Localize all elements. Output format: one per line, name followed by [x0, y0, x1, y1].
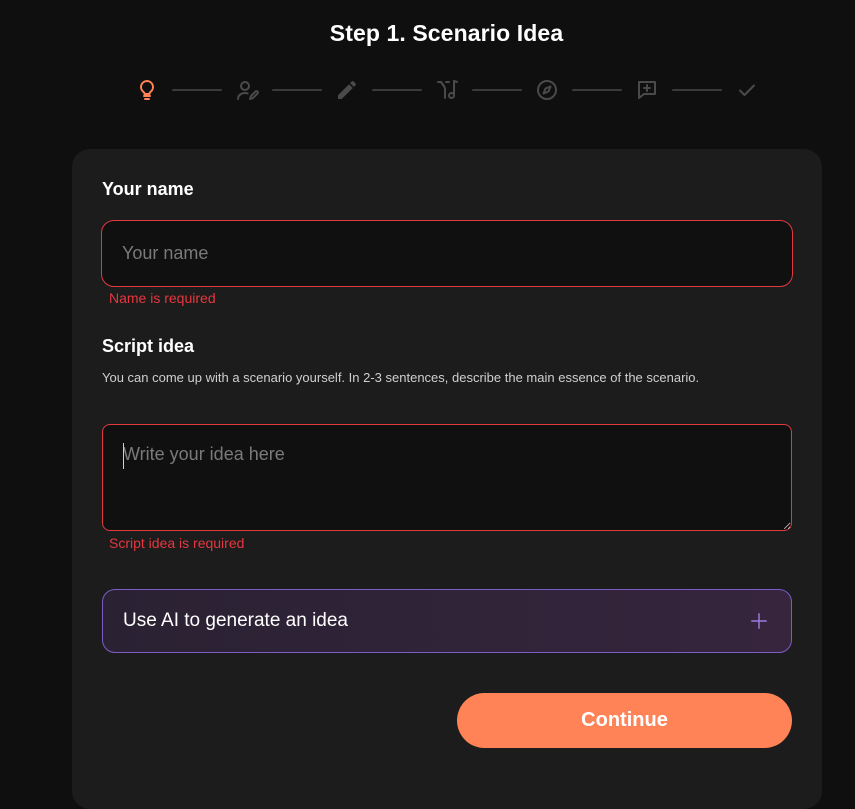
compass-icon[interactable]	[533, 76, 561, 104]
ai-generate-label: Use AI to generate an idea	[123, 610, 348, 631]
script-idea-error-message: Script idea is required	[109, 535, 245, 551]
music-split-icon[interactable]	[433, 76, 461, 104]
script-idea-label: Script idea	[102, 336, 195, 356]
name-label: Your name	[102, 179, 194, 199]
lightbulb-icon[interactable]	[133, 76, 161, 104]
plus-icon[interactable]	[749, 611, 769, 631]
stepper-connector	[572, 89, 622, 91]
script-idea-textarea[interactable]	[102, 424, 792, 531]
check-icon[interactable]	[733, 76, 761, 104]
continue-button[interactable]: Continue	[457, 693, 792, 748]
text-caret	[123, 443, 124, 469]
progress-stepper	[133, 74, 761, 106]
name-error-message: Name is required	[109, 290, 216, 306]
name-input[interactable]	[101, 220, 793, 287]
stepper-connector	[472, 89, 522, 91]
stepper-connector	[172, 89, 222, 91]
stepper-connector	[672, 89, 722, 91]
pencil-icon[interactable]	[333, 76, 361, 104]
comment-plus-icon[interactable]	[633, 76, 661, 104]
script-idea-hint: You can come up with a scenario yourself…	[102, 370, 700, 385]
ai-generate-idea-toggle[interactable]: Use AI to generate an idea	[102, 589, 792, 653]
stepper-connector	[272, 89, 322, 91]
stepper-connector	[372, 89, 422, 91]
user-edit-icon[interactable]	[233, 76, 261, 104]
page-title: Step 1. Scenario Idea	[329, 20, 564, 46]
scenario-form-card: Your name Name is required Script idea Y…	[72, 149, 822, 809]
